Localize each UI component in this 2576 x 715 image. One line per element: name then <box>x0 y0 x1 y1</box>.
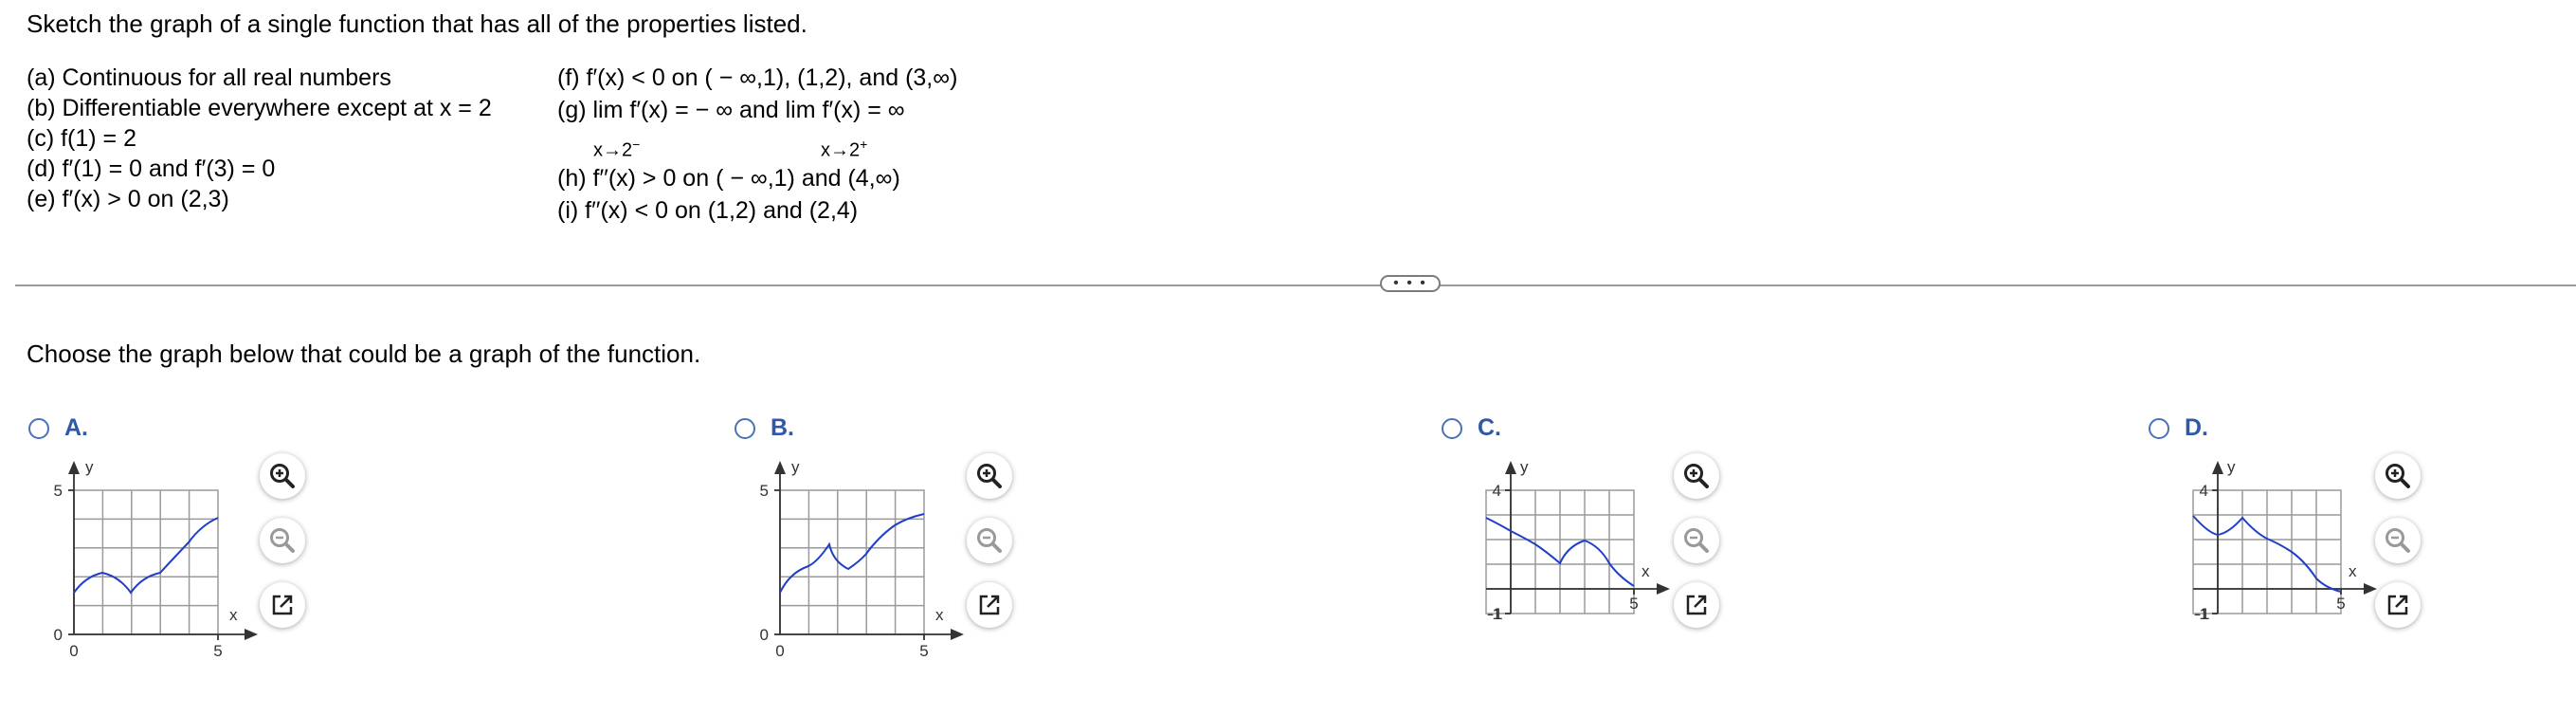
expand-more-button[interactable]: • • • <box>1380 275 1441 292</box>
property-f: (f) f′(x) < 0 on ( − ∞,1), (1,2), and (3… <box>557 64 958 91</box>
property-a: (a) Continuous for all real numbers <box>27 64 391 91</box>
curve <box>779 513 925 594</box>
x-tick-left: 0 <box>775 642 784 656</box>
y-tick-top: 5 <box>54 482 63 500</box>
axes <box>2193 461 2377 614</box>
x-axis-label: x <box>935 606 944 624</box>
y-tick-top: 4 <box>1493 482 1501 500</box>
property-e: (e) f′(x) > 0 on (2,3) <box>27 186 229 212</box>
x-tick-left: 0 <box>69 642 78 656</box>
y-axis-label: y <box>2227 458 2236 476</box>
axes <box>1486 461 1670 614</box>
x-tick-right: 5 <box>919 642 928 656</box>
x-tick-right: 5 <box>2336 595 2345 613</box>
grid <box>779 489 925 635</box>
external-link-icon <box>2387 595 2408 615</box>
choose-prompt: Choose the graph below that could be a g… <box>27 339 701 368</box>
zoom-in-icon <box>977 464 1002 488</box>
zoom-in-icon <box>2386 464 2410 488</box>
limit-subscript-left: x→2− <box>593 137 641 161</box>
option-a-label[interactable]: A. <box>64 414 88 442</box>
zoom-in-icon <box>1684 464 1709 488</box>
y-axis-label: y <box>791 458 800 476</box>
option-c-label[interactable]: C. <box>1478 414 1501 442</box>
option-a-zoom-out-button[interactable] <box>260 518 305 563</box>
y-tick-top: 4 <box>2200 482 2208 500</box>
y-axis-label: y <box>1520 458 1529 476</box>
graph-option-b: y x 5 0 0 5 <box>753 457 971 656</box>
property-h: (h) f′′(x) > 0 on ( − ∞,1) and (4,∞) <box>557 165 900 192</box>
limit-subscript-right: x→2+ <box>821 137 868 161</box>
x-axis-label: x <box>229 606 238 624</box>
x-tick-left: -1 <box>1488 605 1502 623</box>
option-c-zoom-out-button[interactable] <box>1674 518 1719 563</box>
option-d-label[interactable]: D. <box>2185 414 2208 442</box>
option-c-radio[interactable] <box>1442 418 1462 439</box>
zoom-out-icon <box>977 528 1002 553</box>
property-d: (d) f′(1) = 0 and f′(3) = 0 <box>27 156 276 182</box>
grid <box>1485 489 1635 614</box>
y-axis-label: y <box>85 458 94 476</box>
property-c: (c) f(1) = 2 <box>27 125 136 152</box>
option-c-zoom-in-button[interactable] <box>1674 453 1719 499</box>
grid <box>2192 489 2342 614</box>
zoom-out-icon <box>1684 528 1709 553</box>
option-b-popout-button[interactable] <box>967 582 1012 628</box>
zoom-out-icon <box>270 528 295 553</box>
option-d-popout-button[interactable] <box>2375 582 2421 628</box>
external-link-icon <box>272 595 293 615</box>
option-a-popout-button[interactable] <box>260 582 305 628</box>
option-b-label[interactable]: B. <box>771 414 794 442</box>
x-tick-left: -1 <box>2195 605 2209 623</box>
option-b-zoom-out-button[interactable] <box>967 518 1012 563</box>
grid <box>73 489 219 635</box>
option-c-popout-button[interactable] <box>1674 582 1719 628</box>
zoom-in-icon <box>270 464 295 488</box>
x-tick-right: 5 <box>213 642 222 656</box>
option-b-zoom-in-button[interactable] <box>967 453 1012 499</box>
property-i: (i) f′′(x) < 0 on (1,2) and (2,4) <box>557 197 859 224</box>
graph-option-c: y x 4 -1 -1 5 <box>1460 457 1678 656</box>
x-tick-right: 5 <box>1629 595 1638 613</box>
external-link-icon <box>1686 595 1707 615</box>
y-tick-bottom: 0 <box>54 626 63 644</box>
section-divider <box>15 284 2576 286</box>
option-d-zoom-in-button[interactable] <box>2375 453 2421 499</box>
zoom-out-icon <box>2386 528 2410 553</box>
option-b-radio[interactable] <box>735 418 755 439</box>
graph-option-d: y x 4 -1 -1 5 <box>2167 457 2385 656</box>
option-d-radio[interactable] <box>2149 418 2169 439</box>
external-link-icon <box>979 595 1000 615</box>
graph-option-a: y x 5 0 0 5 <box>47 457 265 656</box>
x-axis-label: x <box>2349 562 2357 580</box>
option-a-zoom-in-button[interactable] <box>260 453 305 499</box>
property-g: (g) lim f′(x) = − ∞ and lim f′(x) = ∞ <box>557 97 905 123</box>
problem-prompt: Sketch the graph of a single function th… <box>27 9 807 38</box>
property-b: (b) Differentiable everywhere except at … <box>27 95 492 121</box>
y-tick-bottom: 0 <box>760 626 769 644</box>
x-axis-label: x <box>1642 562 1650 580</box>
y-tick-top: 5 <box>760 482 769 500</box>
option-a-radio[interactable] <box>28 418 49 439</box>
option-d-zoom-out-button[interactable] <box>2375 518 2421 563</box>
curve <box>73 517 219 595</box>
